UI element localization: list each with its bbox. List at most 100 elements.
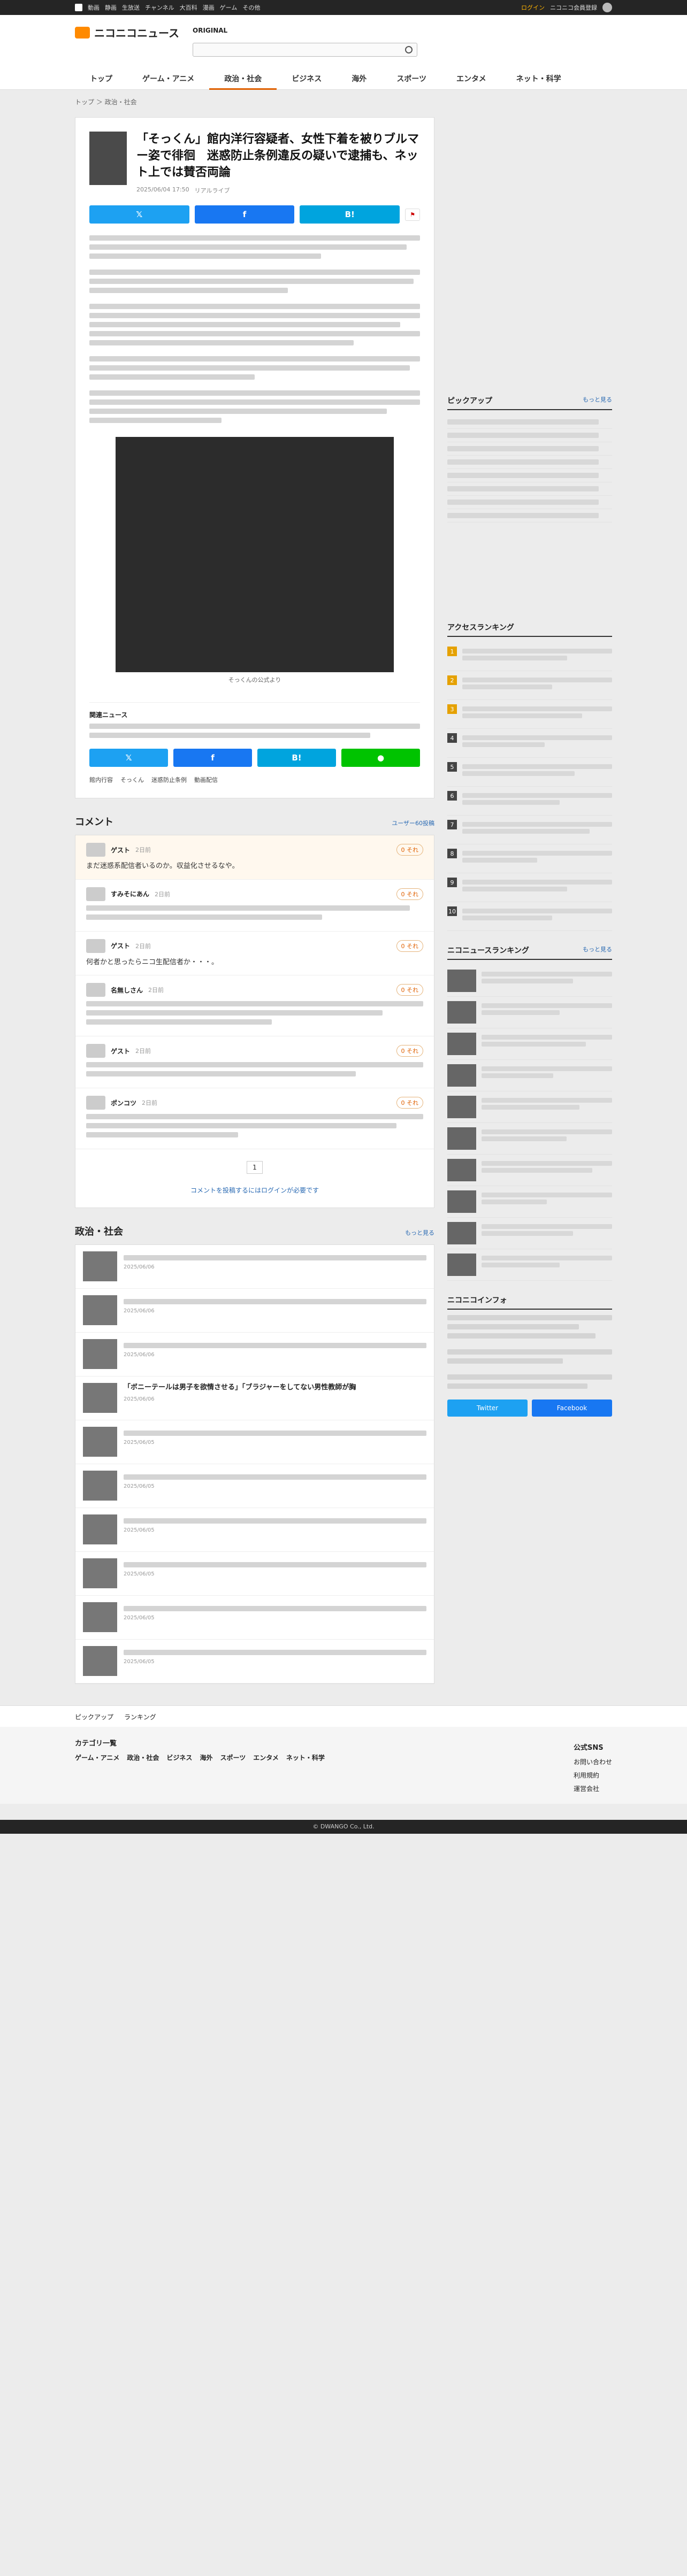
news-title[interactable] [124, 1431, 426, 1436]
nav-sports[interactable]: スポーツ [381, 68, 441, 90]
nav-world[interactable]: 海外 [337, 68, 381, 90]
pickup-item[interactable] [447, 469, 612, 482]
original-label[interactable]: ORIGINAL [193, 27, 227, 34]
topbar-link-live[interactable]: 生放送 [122, 3, 140, 12]
avatar[interactable] [602, 3, 612, 12]
pickup-item[interactable] [447, 509, 612, 522]
nav-entertainment[interactable]: エンタメ [441, 68, 501, 90]
footer-cat[interactable]: ネット・科学 [286, 1753, 325, 1762]
ranking-item[interactable]: 4 [447, 729, 612, 758]
ranking-item[interactable] [447, 997, 612, 1028]
article-source[interactable]: リアルライブ [195, 186, 230, 195]
ranking-item[interactable]: 7 [447, 816, 612, 844]
pickup-more-link[interactable]: もっと見る [583, 395, 612, 406]
hatena-share-button-bottom[interactable]: B! [257, 749, 336, 767]
news-title[interactable] [124, 1343, 426, 1349]
ranking-item[interactable]: 3 [447, 700, 612, 729]
ranking-item[interactable] [447, 1028, 612, 1060]
topbar-link-game[interactable]: ゲーム [220, 3, 238, 12]
comment-like-button[interactable]: 0 それ [396, 984, 423, 996]
ranking-item[interactable] [447, 1091, 612, 1123]
comment-like-button[interactable]: 0 それ [396, 940, 423, 952]
footer-cat[interactable]: スポーツ [220, 1753, 246, 1762]
footer-cat[interactable]: ビジネス [166, 1753, 192, 1762]
footer-cat[interactable]: ゲーム・アニメ [75, 1753, 119, 1762]
news-item[interactable]: 2025/06/06 [75, 1289, 434, 1333]
news-item[interactable]: 2025/06/05 [75, 1420, 434, 1465]
tag[interactable]: 迷惑防止条例 [151, 775, 187, 784]
ranking-item[interactable] [447, 1060, 612, 1091]
topbar-link-manga[interactable]: 漫画 [203, 3, 215, 12]
comment-like-button[interactable]: 0 それ [396, 1045, 423, 1057]
news-title[interactable] [124, 1299, 426, 1305]
page-number[interactable]: 1 [247, 1161, 263, 1174]
pickup-item[interactable] [447, 482, 612, 496]
ranking-item[interactable]: 2 [447, 671, 612, 700]
pickup-item[interactable] [447, 496, 612, 509]
hatena-share-button[interactable]: B! [300, 205, 400, 224]
footer-link-ranking[interactable]: ランキング [124, 1712, 156, 1721]
comment-like-button[interactable]: 0 それ [396, 888, 423, 900]
brand-logo[interactable]: ニコニコニュース [75, 25, 612, 40]
news-title[interactable] [124, 1255, 426, 1261]
report-button[interactable]: ⚑ [405, 208, 420, 221]
footer-cat[interactable]: 海外 [200, 1753, 212, 1762]
login-link[interactable]: ログイン [521, 3, 545, 12]
pickup-item[interactable] [447, 416, 612, 429]
topbar-link-channel[interactable]: チャンネル [145, 3, 174, 12]
facebook-follow-button[interactable]: Facebook [532, 1400, 612, 1417]
footer-cat[interactable]: 政治・社会 [127, 1753, 159, 1762]
ranking-item[interactable]: 8 [447, 844, 612, 873]
news-title[interactable] [124, 1650, 426, 1656]
nav-politics[interactable]: 政治・社会 [209, 68, 277, 90]
footer-link[interactable]: 利用規約 [574, 1771, 612, 1780]
footer-link[interactable]: お問い合わせ [574, 1757, 612, 1766]
login-to-comment-link[interactable]: コメントを投稿するにはログインが必要です [75, 1186, 434, 1208]
twitter-follow-button[interactable]: Twitter [447, 1400, 528, 1417]
news-title[interactable]: 「ボニーテールは男子を欲情させる」「ブラジャーをしてない男性教師が胸 [124, 1383, 426, 1393]
ranking-item[interactable]: 9 [447, 873, 612, 902]
news-item[interactable]: 2025/06/06 [75, 1245, 434, 1289]
news-item[interactable]: 2025/06/05 [75, 1640, 434, 1684]
pickup-item[interactable] [447, 429, 612, 442]
pickup-item[interactable] [447, 456, 612, 469]
nav-game-anime[interactable]: ゲーム・アニメ [127, 68, 209, 90]
topbar-link-dic[interactable]: 大百科 [180, 3, 197, 12]
tag[interactable]: 館内行容 [89, 775, 113, 784]
facebook-share-button-bottom[interactable]: f [173, 749, 252, 767]
nav-net-science[interactable]: ネット・科学 [501, 68, 576, 90]
news-item[interactable]: 2025/06/05 [75, 1464, 434, 1509]
comments-more-link[interactable]: ユーザー60投稿 [392, 819, 434, 827]
topbar-link-douga[interactable]: 動画 [88, 3, 100, 12]
news-title[interactable] [124, 1474, 426, 1480]
tag[interactable]: 動画配信 [194, 775, 218, 784]
comment-like-button[interactable]: 0 それ [396, 1097, 423, 1109]
twitter-share-button[interactable]: 𝕏 [89, 205, 189, 224]
niconews-ranking-more-link[interactable]: もっと見る [583, 945, 612, 956]
tag[interactable]: そっくん [120, 775, 144, 784]
ranking-item[interactable] [447, 1249, 612, 1281]
news-title[interactable] [124, 1562, 426, 1568]
topbar-link-seiga[interactable]: 静画 [105, 3, 117, 12]
nav-business[interactable]: ビジネス [277, 68, 337, 90]
ranking-item[interactable] [447, 1123, 612, 1155]
comment-like-button[interactable]: 0 それ [396, 844, 423, 856]
ranking-item[interactable]: 1 [447, 642, 612, 671]
search-input[interactable] [193, 43, 417, 57]
topbar-link-other[interactable]: その他 [242, 3, 260, 12]
register-link[interactable]: ニコニコ会員登録 [550, 3, 597, 12]
search-icon[interactable] [405, 46, 413, 53]
ranking-item[interactable]: 10 [447, 902, 612, 931]
news-item[interactable]: 2025/06/05 [75, 1552, 434, 1596]
footer-cat[interactable]: エンタメ [253, 1753, 279, 1762]
ranking-item[interactable]: 5 [447, 758, 612, 787]
news-section-more-link[interactable]: もっと見る [405, 1228, 434, 1237]
ranking-item[interactable] [447, 1218, 612, 1249]
ranking-item[interactable] [447, 1186, 612, 1218]
line-share-button[interactable]: ● [341, 749, 420, 767]
ranking-item[interactable]: 6 [447, 787, 612, 816]
ranking-item[interactable] [447, 1155, 612, 1186]
niconico-logo-icon[interactable] [75, 4, 82, 11]
breadcrumb[interactable]: トップ ＞ 政治・社会 [75, 90, 612, 109]
nav-top[interactable]: トップ [75, 68, 127, 90]
